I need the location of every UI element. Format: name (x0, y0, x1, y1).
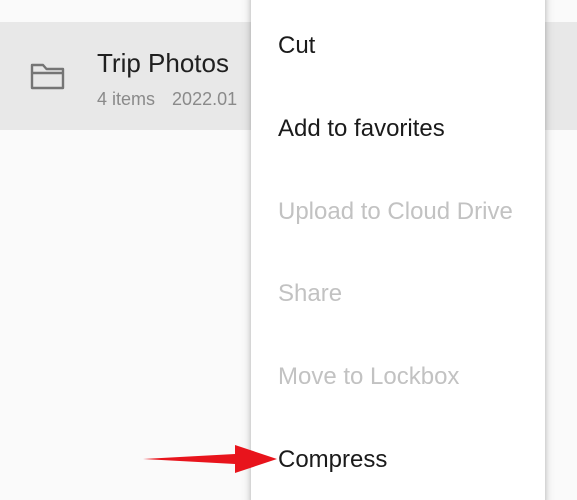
menu-item-share[interactable]: Share (278, 279, 342, 309)
file-manager-screen: Trip Photos 4 items 2022.01 Cut Add to f… (0, 0, 577, 500)
file-item-count: 4 items (97, 89, 156, 109)
menu-item-cut[interactable]: Cut (278, 31, 315, 61)
menu-item-compress[interactable]: Compress (278, 445, 387, 475)
menu-item-move-to-lockbox[interactable]: Move to Lockbox (278, 362, 459, 392)
file-date: 2022.01 (172, 89, 238, 109)
arrow-right-icon (143, 444, 278, 474)
context-menu: Cut Add to favorites Upload to Cloud Dri… (251, 0, 545, 500)
file-meta: 4 items 2022.01 (97, 89, 237, 110)
menu-item-upload-to-cloud-drive[interactable]: Upload to Cloud Drive (278, 197, 513, 227)
menu-item-add-to-favorites[interactable]: Add to favorites (278, 114, 445, 144)
file-name: Trip Photos (97, 48, 229, 78)
folder-icon (29, 58, 67, 94)
